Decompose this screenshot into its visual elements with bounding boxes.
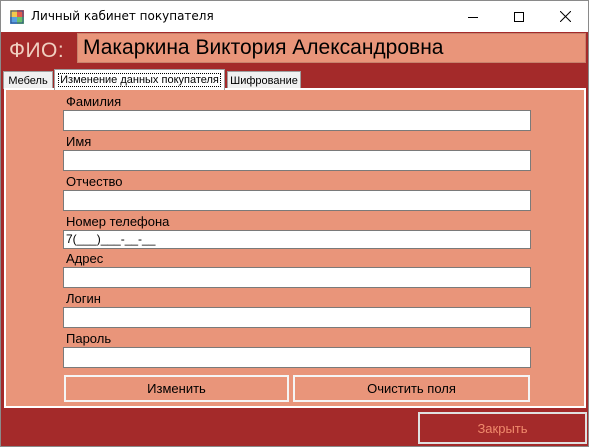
address-label: Адрес xyxy=(66,251,104,266)
password-field[interactable] xyxy=(63,347,531,368)
login-field[interactable] xyxy=(63,307,531,328)
title-bar: Личный кабинет покупателя xyxy=(1,1,588,32)
clear-fields-button[interactable]: Очистить поля xyxy=(293,375,530,402)
surname-label: Фамилия xyxy=(66,94,122,109)
clear-fields-button-label: Очистить поля xyxy=(367,381,456,396)
minimize-icon xyxy=(468,16,478,18)
app-window: Личный кабинет покупателя ФИО: Макаркина… xyxy=(0,0,589,447)
tab-furniture[interactable]: Мебель xyxy=(3,71,53,89)
patronymic-label: Отчество xyxy=(66,174,123,189)
tab-label: Шифрование xyxy=(230,74,298,87)
name-field[interactable] xyxy=(63,150,531,171)
close-button[interactable]: Закрыть xyxy=(418,412,587,444)
app-icon xyxy=(10,9,24,24)
tab-label: Мебель xyxy=(8,74,48,87)
address-field[interactable] xyxy=(63,267,531,288)
fio-display: Макаркина Виктория Александровна xyxy=(77,33,586,63)
tab-encryption[interactable]: Шифрование xyxy=(227,71,301,89)
phone-label: Номер телефона xyxy=(66,214,170,229)
password-label: Пароль xyxy=(66,331,112,346)
phone-field[interactable]: 7(___)___-__-__ xyxy=(63,230,531,249)
name-label: Имя xyxy=(66,134,92,149)
minimize-button[interactable] xyxy=(450,1,496,32)
close-button-label: Закрыть xyxy=(477,420,528,436)
surname-field[interactable] xyxy=(63,110,531,131)
fio-value: Макаркина Виктория Александровна xyxy=(83,36,444,59)
fio-label: ФИО: xyxy=(9,39,65,62)
tab-label: Изменение данных покупателя xyxy=(58,73,221,87)
window-title: Личный кабинет покупателя xyxy=(31,9,214,23)
change-button-label: Изменить xyxy=(147,381,206,396)
patronymic-field[interactable] xyxy=(63,190,531,211)
close-icon xyxy=(559,11,571,22)
window-close-button[interactable] xyxy=(542,1,588,32)
maximize-icon xyxy=(514,11,524,22)
maximize-button[interactable] xyxy=(496,1,542,32)
change-button[interactable]: Изменить xyxy=(64,375,289,402)
login-label: Логин xyxy=(66,291,101,306)
tab-edit-customer-data[interactable]: Изменение данных покупателя xyxy=(54,69,225,90)
